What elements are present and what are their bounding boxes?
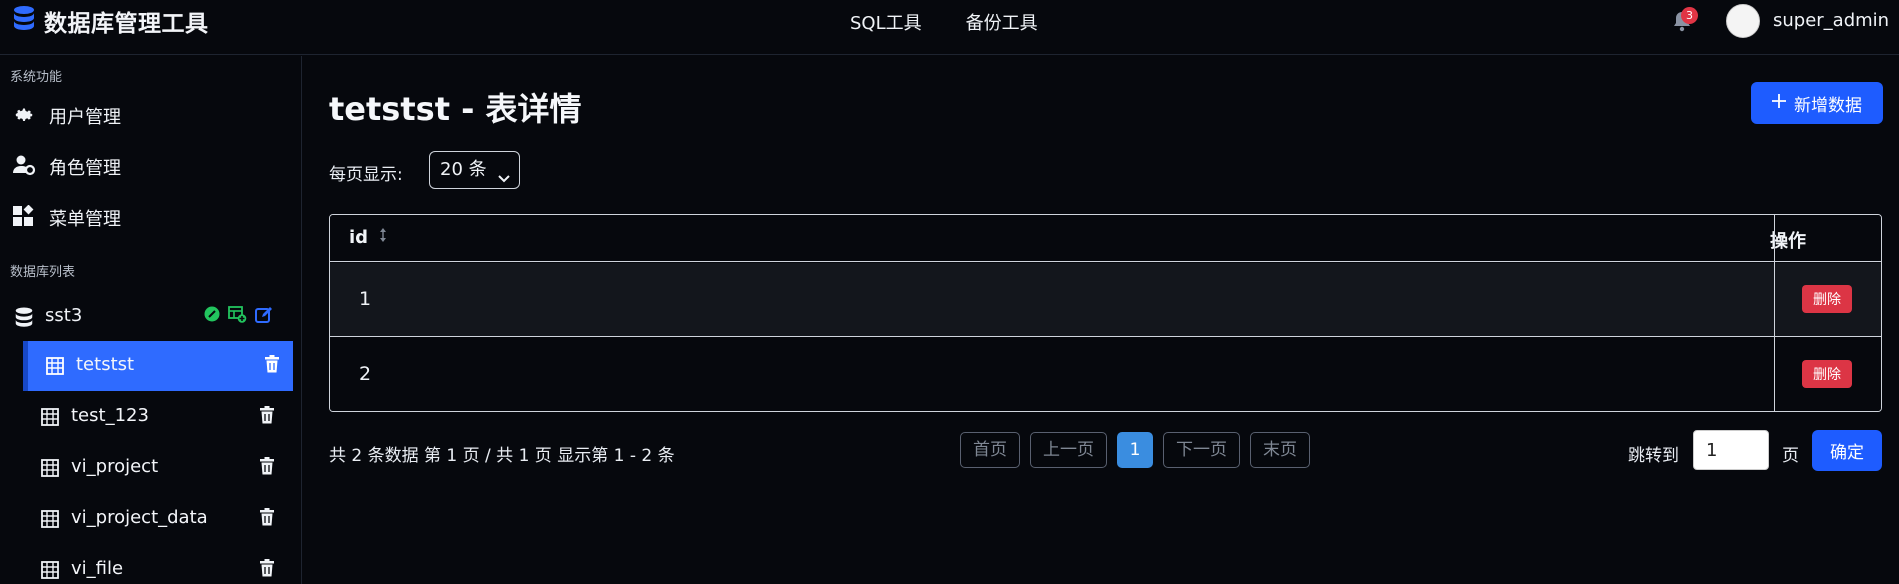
database-item-sst3[interactable]: sst3 (0, 296, 300, 338)
current-page-button[interactable]: 1 (1117, 432, 1153, 468)
page-title: tetstst - 表详情 (329, 90, 582, 128)
table-item-tetstst[interactable]: tetstst (23, 341, 293, 391)
table-icon (41, 561, 59, 579)
pagination-summary: 共 2 条数据 第 1 页 / 共 1 页 显示第 1 - 2 条 (329, 446, 675, 466)
brand[interactable]: 数据库管理工具 (12, 5, 209, 38)
table-item-label: tetstst (76, 354, 135, 375)
confirm-jump-button[interactable]: 确定 (1812, 430, 1882, 471)
table-item-label: test_123 (71, 405, 149, 426)
per-page-select[interactable]: 20 条 (429, 151, 520, 189)
top-nav: SQL工具 备份工具 (850, 9, 1038, 35)
widgets-icon (12, 204, 36, 227)
table-icon (41, 459, 59, 477)
pagination: 首页 上一页 1 下一页 末页 (960, 432, 1310, 468)
delete-button[interactable]: 删除 (1802, 360, 1852, 388)
table-item-vi_project_data[interactable]: vi_project_data (23, 494, 293, 544)
table-item-vi_file[interactable]: vi_file (23, 545, 293, 584)
database-icon (12, 5, 36, 38)
delete-button[interactable]: 删除 (1802, 285, 1852, 313)
table-item-vi_project[interactable]: vi_project (23, 443, 293, 493)
avatar[interactable] (1726, 4, 1760, 38)
trash-icon[interactable] (259, 559, 277, 579)
nav-sql-tool[interactable]: SQL工具 (850, 9, 922, 35)
trash-icon[interactable] (259, 406, 277, 426)
next-page-button[interactable]: 下一页 (1163, 432, 1240, 468)
first-page-button[interactable]: 首页 (960, 432, 1020, 468)
table-item-test_123[interactable]: test_123 (23, 392, 293, 442)
sidebar: 系统功能 用户管理 角色管理 菜单管理 数据库列表 sst3 tetstst t… (0, 56, 302, 584)
user-gear-icon (12, 154, 36, 176)
sidebar-item-roles[interactable]: 角色管理 (0, 144, 300, 186)
trash-icon[interactable] (264, 355, 282, 375)
section-title-databases: 数据库列表 (10, 265, 76, 280)
page-unit-label: 页 (1782, 446, 1799, 466)
chevron-down-icon (497, 162, 511, 198)
jump-page-input[interactable] (1693, 430, 1769, 470)
table-item-label: vi_file (71, 558, 124, 579)
link-icon[interactable] (204, 306, 220, 329)
column-header-id[interactable]: id (349, 227, 388, 248)
plus-icon (1772, 93, 1786, 113)
sidebar-item-label: 用户管理 (49, 107, 121, 128)
cell-id: 1 (359, 288, 372, 310)
per-page-value: 20 条 (440, 159, 487, 180)
cell-id: 2 (359, 363, 372, 385)
app-title: 数据库管理工具 (44, 11, 209, 37)
add-data-label: 新增数据 (1794, 95, 1862, 116)
username[interactable]: super_admin (1773, 10, 1889, 31)
table-icon (46, 357, 64, 375)
database-actions (204, 306, 273, 329)
gear-icon (12, 103, 36, 125)
trash-icon[interactable] (259, 508, 277, 528)
nav-backup-tool[interactable]: 备份工具 (966, 9, 1038, 35)
sidebar-item-label: 角色管理 (49, 158, 121, 179)
jump-label: 跳转到 (1628, 446, 1679, 466)
top-bar: 数据库管理工具 SQL工具 备份工具 3 super_admin (0, 0, 1899, 55)
database-name: sst3 (45, 305, 83, 326)
database-icon (13, 307, 35, 334)
table-row: 2 删除 (330, 338, 1881, 411)
notification-badge: 3 (1681, 7, 1698, 24)
sidebar-item-label: 菜单管理 (49, 209, 121, 230)
table-row: 1 删除 (330, 263, 1881, 337)
last-page-button[interactable]: 末页 (1250, 432, 1310, 468)
table-header: id 操作 (330, 215, 1881, 262)
data-table: id 操作 1 删除 2 删除 (329, 214, 1882, 412)
table-item-label: vi_project (71, 456, 159, 477)
edit-icon[interactable] (255, 306, 273, 329)
table-icon (41, 510, 59, 528)
per-page-label: 每页显示: (329, 165, 403, 185)
column-header-actions: 操作 (1770, 231, 1806, 252)
trash-icon[interactable] (259, 457, 277, 477)
sidebar-item-menus[interactable]: 菜单管理 (0, 195, 300, 237)
table-item-label: vi_project_data (71, 507, 208, 528)
add-table-icon[interactable] (228, 306, 247, 329)
section-title-system: 系统功能 (10, 70, 63, 85)
table-icon (41, 408, 59, 426)
add-data-button[interactable]: 新增数据 (1751, 82, 1883, 124)
column-divider (1774, 215, 1775, 411)
prev-page-button[interactable]: 上一页 (1030, 432, 1107, 468)
column-header-label: id (349, 227, 369, 248)
sidebar-item-users[interactable]: 用户管理 (0, 93, 300, 135)
sort-icon[interactable] (378, 227, 388, 248)
